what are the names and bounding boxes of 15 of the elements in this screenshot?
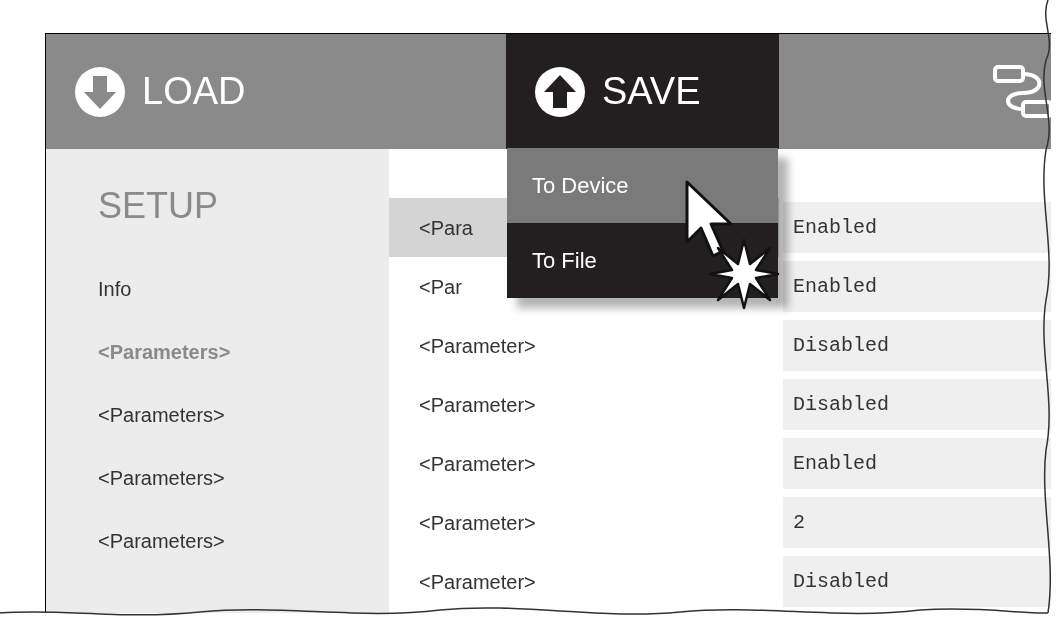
sidebar-title: SETUP [98, 184, 220, 228]
value-cell: Disabled [783, 320, 1051, 371]
parameter-name: <Parameter> [419, 510, 536, 536]
parameter-name: <Par [419, 274, 462, 300]
parameter-name: <Para [419, 215, 473, 241]
value-cell: Enabled [783, 202, 1051, 253]
value-cell: 2 [783, 497, 1051, 548]
value-cell: Disabled [783, 556, 1051, 607]
value-cell: Enabled [783, 438, 1051, 489]
value-cell: Enabled [783, 261, 1051, 312]
parameter-name: <Parameter> [419, 569, 536, 595]
parameter-name: <Parameter> [419, 451, 536, 477]
parameter-name: <Parameter> [419, 333, 536, 359]
parameter-name: <Parameter> [419, 392, 536, 418]
value-cell: Disabled [783, 379, 1051, 430]
